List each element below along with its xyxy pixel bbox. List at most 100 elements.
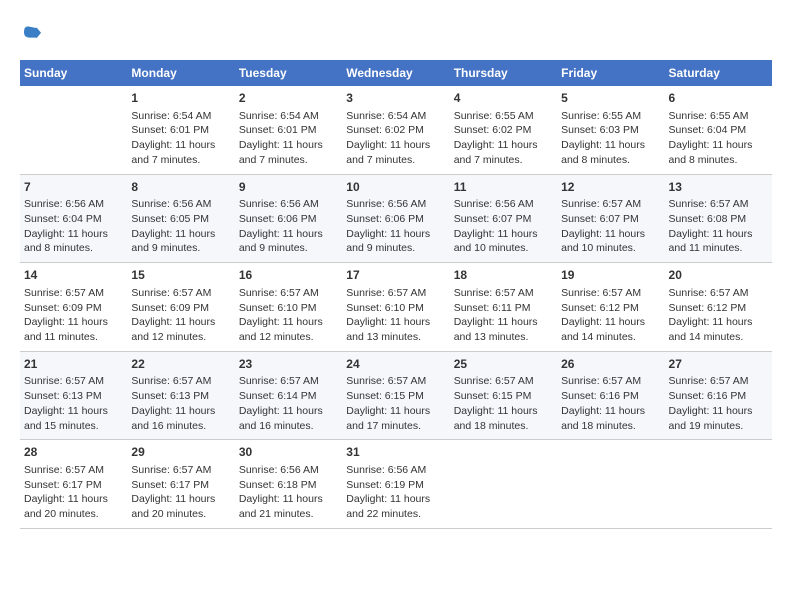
- day-number: 8: [131, 179, 230, 196]
- day-cell: 7Sunrise: 6:56 AM Sunset: 6:04 PM Daylig…: [20, 174, 127, 263]
- day-cell: 20 Sunrise: 6:57 AM Sunset: 6:12 PM Dayli…: [665, 263, 772, 352]
- calendar-body: 1 Sunrise: 6:54 AM Sunset: 6:01 PM Daylig…: [20, 86, 772, 528]
- day-info: Sunrise: 6:56 AM Sunset: 6:18 PM Dayligh…: [239, 463, 338, 522]
- day-info: Sunrise: 6:56 AM Sunset: 6:07 PM Dayligh…: [454, 197, 553, 256]
- day-number: 4: [454, 90, 553, 107]
- day-number: 24: [346, 356, 445, 373]
- day-cell: 22Sunrise: 6:57 AM Sunset: 6:13 PM Dayli…: [127, 351, 234, 440]
- day-cell: 17 Sunrise: 6:57 AM Sunset: 6:10 PM Dayli…: [342, 263, 449, 352]
- day-number: 22: [131, 356, 230, 373]
- day-cell: 3 Sunrise: 6:54 AM Sunset: 6:02 PM Daylig…: [342, 86, 449, 174]
- day-number: 5: [561, 90, 660, 107]
- day-number: 27: [669, 356, 768, 373]
- day-number: 12: [561, 179, 660, 196]
- day-number: 20: [669, 267, 768, 284]
- header-cell-wednesday: Wednesday: [342, 60, 449, 86]
- day-info: Sunrise: 6:57 AM Sunset: 6:12 PM Dayligh…: [561, 286, 660, 345]
- day-cell: 18 Sunrise: 6:57 AM Sunset: 6:11 PM Dayli…: [450, 263, 557, 352]
- day-info: Sunrise: 6:57 AM Sunset: 6:14 PM Dayligh…: [239, 374, 338, 433]
- day-number: 25: [454, 356, 553, 373]
- day-info: Sunrise: 6:55 AM Sunset: 6:03 PM Dayligh…: [561, 109, 660, 168]
- day-cell: [665, 440, 772, 529]
- day-info: Sunrise: 6:57 AM Sunset: 6:13 PM Dayligh…: [24, 374, 123, 433]
- week-row-4: 28Sunrise: 6:57 AM Sunset: 6:17 PM Dayli…: [20, 440, 772, 529]
- day-cell: 25Sunrise: 6:57 AM Sunset: 6:15 PM Dayli…: [450, 351, 557, 440]
- calendar-table: SundayMondayTuesdayWednesdayThursdayFrid…: [20, 60, 772, 529]
- header-row: SundayMondayTuesdayWednesdayThursdayFrid…: [20, 60, 772, 86]
- header-cell-thursday: Thursday: [450, 60, 557, 86]
- day-number: 10: [346, 179, 445, 196]
- day-number: 17: [346, 267, 445, 284]
- day-info: Sunrise: 6:56 AM Sunset: 6:19 PM Dayligh…: [346, 463, 445, 522]
- day-number: 18: [454, 267, 553, 284]
- day-number: 7: [24, 179, 123, 196]
- day-number: 15: [131, 267, 230, 284]
- day-info: Sunrise: 6:57 AM Sunset: 6:09 PM Dayligh…: [24, 286, 123, 345]
- day-number: 31: [346, 444, 445, 461]
- day-info: Sunrise: 6:57 AM Sunset: 6:08 PM Dayligh…: [669, 197, 768, 256]
- day-info: Sunrise: 6:57 AM Sunset: 6:15 PM Dayligh…: [454, 374, 553, 433]
- week-row-0: 1 Sunrise: 6:54 AM Sunset: 6:01 PM Daylig…: [20, 86, 772, 174]
- day-info: Sunrise: 6:56 AM Sunset: 6:06 PM Dayligh…: [239, 197, 338, 256]
- day-number: 26: [561, 356, 660, 373]
- day-info: Sunrise: 6:54 AM Sunset: 6:01 PM Dayligh…: [131, 109, 230, 168]
- day-info: Sunrise: 6:56 AM Sunset: 6:06 PM Dayligh…: [346, 197, 445, 256]
- day-cell: [557, 440, 664, 529]
- day-info: Sunrise: 6:57 AM Sunset: 6:12 PM Dayligh…: [669, 286, 768, 345]
- day-info: Sunrise: 6:57 AM Sunset: 6:16 PM Dayligh…: [669, 374, 768, 433]
- day-cell: [20, 86, 127, 174]
- day-cell: 19Sunrise: 6:57 AM Sunset: 6:12 PM Dayli…: [557, 263, 664, 352]
- logo-icon: [20, 20, 44, 44]
- day-info: Sunrise: 6:57 AM Sunset: 6:07 PM Dayligh…: [561, 197, 660, 256]
- day-cell: 1 Sunrise: 6:54 AM Sunset: 6:01 PM Daylig…: [127, 86, 234, 174]
- calendar-header: SundayMondayTuesdayWednesdayThursdayFrid…: [20, 60, 772, 86]
- day-number: 3: [346, 90, 445, 107]
- day-info: Sunrise: 6:55 AM Sunset: 6:04 PM Dayligh…: [669, 109, 768, 168]
- day-number: 9: [239, 179, 338, 196]
- day-cell: 24Sunrise: 6:57 AM Sunset: 6:15 PM Dayli…: [342, 351, 449, 440]
- day-cell: 4 Sunrise: 6:55 AM Sunset: 6:02 PM Daylig…: [450, 86, 557, 174]
- day-info: Sunrise: 6:57 AM Sunset: 6:15 PM Dayligh…: [346, 374, 445, 433]
- day-cell: 5 Sunrise: 6:55 AM Sunset: 6:03 PM Daylig…: [557, 86, 664, 174]
- day-cell: 30Sunrise: 6:56 AM Sunset: 6:18 PM Dayli…: [235, 440, 342, 529]
- day-cell: 26Sunrise: 6:57 AM Sunset: 6:16 PM Dayli…: [557, 351, 664, 440]
- day-number: 23: [239, 356, 338, 373]
- day-cell: 10Sunrise: 6:56 AM Sunset: 6:06 PM Dayli…: [342, 174, 449, 263]
- day-cell: 11Sunrise: 6:56 AM Sunset: 6:07 PM Dayli…: [450, 174, 557, 263]
- day-cell: 8Sunrise: 6:56 AM Sunset: 6:05 PM Daylig…: [127, 174, 234, 263]
- header-cell-friday: Friday: [557, 60, 664, 86]
- day-info: Sunrise: 6:57 AM Sunset: 6:16 PM Dayligh…: [561, 374, 660, 433]
- day-cell: 28Sunrise: 6:57 AM Sunset: 6:17 PM Dayli…: [20, 440, 127, 529]
- day-number: 21: [24, 356, 123, 373]
- day-info: Sunrise: 6:57 AM Sunset: 6:11 PM Dayligh…: [454, 286, 553, 345]
- day-cell: 14 Sunrise: 6:57 AM Sunset: 6:09 PM Dayli…: [20, 263, 127, 352]
- day-cell: 29 Sunrise: 6:57 AM Sunset: 6:17 PM Dayli…: [127, 440, 234, 529]
- header-cell-monday: Monday: [127, 60, 234, 86]
- week-row-3: 21Sunrise: 6:57 AM Sunset: 6:13 PM Dayli…: [20, 351, 772, 440]
- header-cell-sunday: Sunday: [20, 60, 127, 86]
- day-info: Sunrise: 6:57 AM Sunset: 6:09 PM Dayligh…: [131, 286, 230, 345]
- day-number: 16: [239, 267, 338, 284]
- day-cell: [450, 440, 557, 529]
- day-cell: 9Sunrise: 6:56 AM Sunset: 6:06 PM Daylig…: [235, 174, 342, 263]
- day-number: 11: [454, 179, 553, 196]
- day-info: Sunrise: 6:55 AM Sunset: 6:02 PM Dayligh…: [454, 109, 553, 168]
- week-row-2: 14 Sunrise: 6:57 AM Sunset: 6:09 PM Dayli…: [20, 263, 772, 352]
- day-info: Sunrise: 6:57 AM Sunset: 6:13 PM Dayligh…: [131, 374, 230, 433]
- day-info: Sunrise: 6:57 AM Sunset: 6:10 PM Dayligh…: [346, 286, 445, 345]
- day-number: 29: [131, 444, 230, 461]
- page-header: [20, 20, 772, 44]
- day-cell: 16 Sunrise: 6:57 AM Sunset: 6:10 PM Dayli…: [235, 263, 342, 352]
- day-info: Sunrise: 6:57 AM Sunset: 6:10 PM Dayligh…: [239, 286, 338, 345]
- logo: [20, 20, 48, 44]
- day-number: 14: [24, 267, 123, 284]
- day-info: Sunrise: 6:54 AM Sunset: 6:02 PM Dayligh…: [346, 109, 445, 168]
- day-number: 2: [239, 90, 338, 107]
- day-info: Sunrise: 6:57 AM Sunset: 6:17 PM Dayligh…: [24, 463, 123, 522]
- week-row-1: 7Sunrise: 6:56 AM Sunset: 6:04 PM Daylig…: [20, 174, 772, 263]
- day-number: 1: [131, 90, 230, 107]
- day-info: Sunrise: 6:57 AM Sunset: 6:17 PM Dayligh…: [131, 463, 230, 522]
- day-cell: 21Sunrise: 6:57 AM Sunset: 6:13 PM Dayli…: [20, 351, 127, 440]
- day-info: Sunrise: 6:56 AM Sunset: 6:04 PM Dayligh…: [24, 197, 123, 256]
- day-cell: 12Sunrise: 6:57 AM Sunset: 6:07 PM Dayli…: [557, 174, 664, 263]
